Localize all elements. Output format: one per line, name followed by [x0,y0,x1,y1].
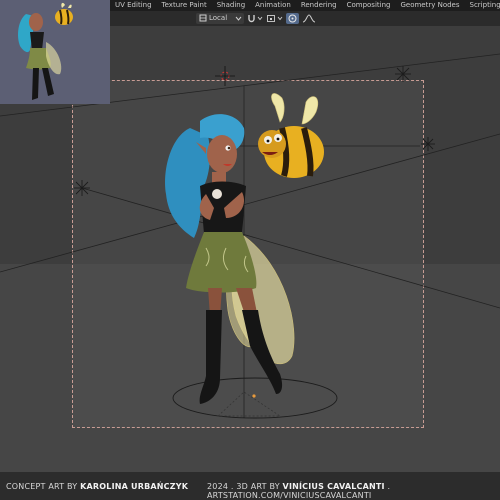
3d-art-credit: 2024 . 3D ART BY VINÍCIUS CAVALCANTI . A… [207,482,500,500]
concept-reference-image [0,0,110,104]
bee-wing-left [271,93,285,123]
tab-texture-paint[interactable]: Texture Paint [157,0,212,11]
fairy-boot-left [199,310,222,404]
snap-button[interactable] [246,13,264,24]
proportional-editing-toggle[interactable] [286,13,299,24]
bee-character[interactable] [258,93,324,178]
fairy-character [18,13,62,100]
tab-animation[interactable]: Animation [250,0,296,11]
transform-pivot-dropdown[interactable]: Local [196,13,244,24]
falloff-curve-icon [302,14,316,26]
tab-geometry-nodes[interactable]: Geometry Nodes [395,0,464,11]
light-objects[interactable] [74,66,435,196]
tab-rendering[interactable]: Rendering [296,0,342,11]
tab-shading[interactable]: Shading [212,0,250,11]
concept-art-credit: CONCEPT ART BY KAROLINA URBAŃCZYK [6,482,188,491]
magnet-icon [246,15,257,26]
fairy-hands [212,189,222,199]
modeler-name: VINÍCIUS CAVALCANTI [282,482,385,491]
empty-axes [217,391,282,417]
scene-guide-lines [0,53,500,418]
workspace-tab-bar: UV Editing Texture Paint Shading Animati… [110,0,500,11]
object-origin [252,394,256,398]
snap-target-dropdown[interactable] [266,13,284,24]
concept-artist-name: KAROLINA URBAŃCZYK [80,482,189,491]
snap-increment-icon [266,15,277,26]
pivot-label: Local [209,14,228,22]
3d-cursor[interactable] [215,66,235,86]
credits-bar: CONCEPT ART BY KAROLINA URBAŃCZYK 2024 .… [0,472,500,500]
proportional-falloff-dropdown[interactable] [302,13,322,24]
concept-art-prefix: CONCEPT ART BY [6,482,81,491]
floor-ellipse [172,377,338,419]
year-and-3d-prefix: 2024 . 3D ART BY [207,482,283,491]
tab-compositing[interactable]: Compositing [342,0,396,11]
viewport-header: Local [110,11,500,26]
fairy-face [207,135,237,173]
bee-character [55,2,73,25]
tab-scripting[interactable]: Scripting [465,0,500,11]
bee-wing-right [301,96,319,125]
tab-uv-editing[interactable]: UV Editing [110,0,157,11]
